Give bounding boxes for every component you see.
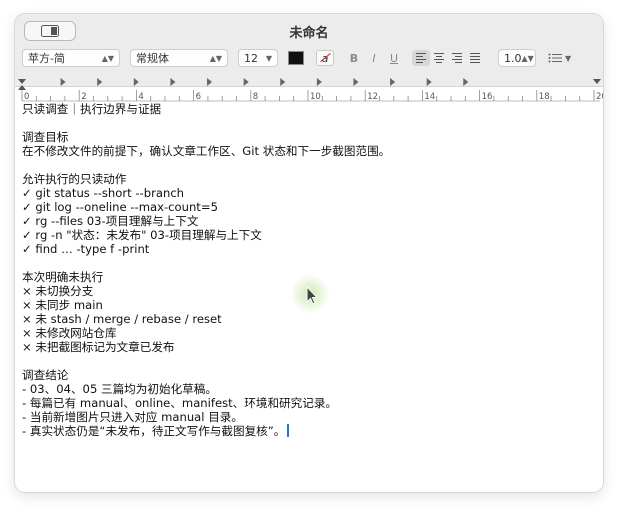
text-caret <box>287 424 290 437</box>
document-line-text: × 未切换分支 <box>22 284 94 298</box>
tab-stop-marker[interactable] <box>426 78 432 86</box>
document-line-text: × 未把截图标记为文章已发布 <box>22 340 175 354</box>
window-title: 未命名 <box>289 26 329 41</box>
document-line: - 真实状态仍是“未发布，待正文写作与截图复核”。 <box>22 424 598 438</box>
document-line: - 当前新增图片只进入对应 manual 目录。 <box>22 410 598 424</box>
tab-stop-marker[interactable] <box>463 78 469 86</box>
document-line: ✓ rg -n "状态：未发布" 03-项目理解与上下文 <box>22 228 598 242</box>
ruler-label: 2 <box>81 92 86 102</box>
updown-chevron-icon: ▲▼ <box>521 53 534 63</box>
ruler-svg: 0 2 4 6 8 10 12 14 16 18 20 <box>18 78 603 102</box>
ruler-label: 16 <box>482 92 493 102</box>
ruler-label: 10 <box>310 92 321 102</box>
ruler-label: 14 <box>424 92 435 102</box>
document-line-text: ✓ git log --oneline --max-count=5 <box>22 200 218 214</box>
first-line-indent-marker[interactable] <box>18 79 26 84</box>
document-line: 只读调查｜执行边界与证据 <box>22 102 598 116</box>
font-style-value: 常规体 <box>136 52 169 65</box>
ruler-label: 18 <box>539 92 550 102</box>
document-line: 允许执行的只读动作 <box>22 172 598 186</box>
document-line-text: × 未同步 main <box>22 298 103 312</box>
document-line-text: - 03、04、05 三篇均为初始化草稿。 <box>22 382 217 396</box>
tab-stop-marker[interactable] <box>97 78 103 86</box>
tab-stop-marker[interactable] <box>353 78 359 86</box>
align-left-button[interactable] <box>412 50 430 66</box>
document-line-text: - 当前新增图片只进入对应 manual 目录。 <box>22 410 243 424</box>
line-spacing-value: 1.0 <box>504 51 522 65</box>
document-line: 在不修改文件的前提下，确认文章工作区、Git 状态和下一步截图范围。 <box>22 144 598 158</box>
list-style-button[interactable]: ▼ <box>548 53 571 63</box>
ruler-label: 20 <box>596 92 603 102</box>
ruler-label: 12 <box>367 92 378 102</box>
document-line: 调查结论 <box>22 368 598 382</box>
text-color-well[interactable] <box>288 51 304 65</box>
align-right-button[interactable] <box>448 50 466 66</box>
mouse-pointer-icon <box>290 274 330 314</box>
left-indent-marker[interactable] <box>18 85 26 90</box>
document-line-text: ✓ git status --short --branch <box>22 186 185 200</box>
document-line: × 未修改网站仓库 <box>22 326 598 340</box>
ruler-label: 8 <box>253 92 258 102</box>
ruler-label: 6 <box>196 92 201 102</box>
document-line: ✓ git log --oneline --max-count=5 <box>22 200 598 214</box>
document-line-text: 只读调查｜执行边界与证据 <box>22 102 162 116</box>
document-line: 调查目标 <box>22 130 598 144</box>
tab-stop-marker[interactable] <box>280 78 286 86</box>
chevron-down-icon: ▼ <box>565 53 572 63</box>
document-line: - 03、04、05 三篇均为初始化草稿。 <box>22 382 598 396</box>
right-margin-marker[interactable] <box>593 79 601 84</box>
document-line: - 每篇已有 manual、online、manifest、环境和研究记录。 <box>22 396 598 410</box>
document-line-text: 允许执行的只读动作 <box>22 172 127 186</box>
ruler-label: 4 <box>138 92 143 102</box>
ruler[interactable]: 0 2 4 6 8 10 12 14 16 18 20 <box>15 76 603 102</box>
document-line-text: 本次明确未执行 <box>22 270 104 284</box>
document-line-text: - 真实状态仍是“未发布，待正文写作与截图复核”。 <box>22 424 286 438</box>
document-line: × 未 stash / merge / rebase / reset <box>22 312 598 326</box>
font-family-select[interactable]: 苹方-简 ▲▼ <box>22 49 120 67</box>
document-line-text: × 未 stash / merge / rebase / reset <box>22 312 222 326</box>
tab-stop-marker[interactable] <box>170 78 176 86</box>
align-center-button[interactable] <box>430 50 448 66</box>
document-line-text: - 每篇已有 manual、online、manifest、环境和研究记录。 <box>22 396 338 410</box>
document-line-text: 调查目标 <box>22 130 69 144</box>
document-line-text: 调查结论 <box>22 368 69 382</box>
document-line-text: × 未修改网站仓库 <box>22 326 117 340</box>
document-line-text: ✓ rg -n "状态：未发布" 03-项目理解与上下文 <box>22 228 262 242</box>
updown-chevron-icon: ▲▼ <box>101 53 114 63</box>
align-justify-button[interactable] <box>466 50 484 66</box>
updown-chevron-icon: ▲▼ <box>209 53 222 63</box>
underline-button[interactable]: U <box>388 52 400 65</box>
ruler-label: 0 <box>24 92 29 102</box>
text-editor-window: 未命名 苹方-简 ▲▼ 常规体 ▲▼ 12 ▼ a B I U <box>15 14 603 492</box>
font-style-select[interactable]: 常规体 ▲▼ <box>130 49 228 67</box>
font-family-value: 苹方-简 <box>28 52 65 65</box>
bullet-list-icon <box>548 53 562 63</box>
tab-stop-marker[interactable] <box>133 78 139 86</box>
format-toolbar: 苹方-简 ▲▼ 常规体 ▲▼ 12 ▼ a B I U <box>22 48 598 68</box>
italic-button[interactable]: I <box>368 52 380 65</box>
document-line: ✓ git status --short --branch <box>22 186 598 200</box>
font-size-value: 12 <box>244 51 258 65</box>
bold-button[interactable]: B <box>348 52 360 65</box>
document-line: ✓ find … -type f -print <box>22 242 598 256</box>
font-size-select[interactable]: 12 ▼ <box>238 49 278 67</box>
document-line: ✓ rg --files 03-项目理解与上下文 <box>22 214 598 228</box>
tab-stop-marker[interactable] <box>243 78 249 86</box>
tab-stop-marker[interactable] <box>60 78 66 86</box>
highlight-color-button[interactable]: a <box>316 50 334 66</box>
tab-stop-marker[interactable] <box>207 78 213 86</box>
document-line-text: ✓ rg --files 03-项目理解与上下文 <box>22 214 199 228</box>
alignment-group <box>412 50 484 66</box>
document-line-text: ✓ find … -type f -print <box>22 242 150 256</box>
document-line: × 未把截图标记为文章已发布 <box>22 340 598 354</box>
chevron-down-icon: ▼ <box>265 53 272 63</box>
document-line-text: 在不修改文件的前提下，确认文章工作区、Git 状态和下一步截图范围。 <box>22 144 391 158</box>
tab-stop-marker[interactable] <box>316 78 322 86</box>
line-spacing-select[interactable]: 1.0 ▲▼ <box>498 49 536 67</box>
tab-stop-marker[interactable] <box>390 78 396 86</box>
